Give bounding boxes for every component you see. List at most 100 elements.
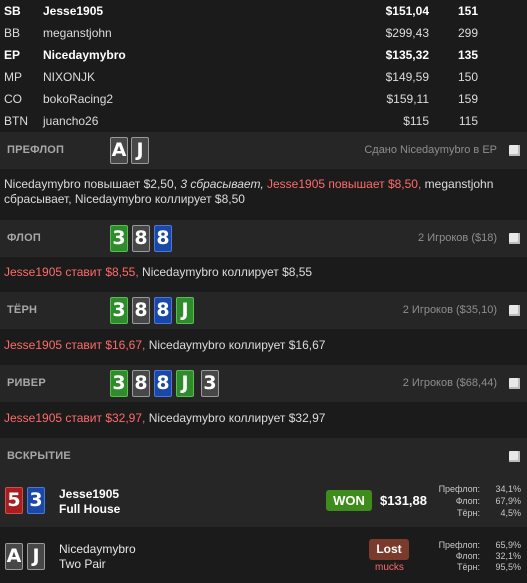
action-text: сбрасывает, Nicedaymybro коллирует $8,50	[4, 192, 245, 206]
board-card: J	[176, 370, 194, 397]
board-card: 3	[110, 225, 128, 252]
board-card: 8	[154, 297, 172, 324]
player-row-sb: SB Jesse1905 $151,04 151	[0, 0, 527, 22]
board-card: 3	[201, 370, 219, 397]
won-badge: WON	[326, 490, 372, 511]
player-bb: 135	[457, 48, 478, 62]
equity-value: 67,9%	[495, 496, 521, 506]
won-amount: $131,88	[380, 493, 427, 508]
player-row-btn: BTN juancho26 $115 115	[0, 110, 527, 132]
winner-card: 5	[5, 487, 23, 514]
equity-label: Флоп:	[455, 496, 480, 506]
player-name[interactable]: Nicedaymybro	[43, 44, 126, 66]
action-text: 3 сбрасывает,	[180, 177, 264, 191]
winner-name[interactable]: Jesse1905	[59, 487, 119, 501]
action-text: Nicedaymybro коллирует $32,97	[148, 411, 326, 425]
position-label: MP	[4, 70, 22, 84]
player-bb: 159	[457, 92, 478, 106]
player-row-co: CO bokoRacing2 $159,11 159	[0, 88, 527, 110]
street-info: 2 Игроков ($35,10)	[402, 304, 497, 316]
street-label: ПРЕФЛОП	[7, 144, 65, 156]
street-label: ВСКРЫТИЕ	[7, 450, 71, 462]
showdown-loser-row: A J Nicedaymybro Two Pair Lost mucks Пре…	[0, 531, 527, 583]
player-name[interactable]: NIXONJK	[43, 66, 95, 88]
position-label: SB	[4, 4, 21, 18]
player-name[interactable]: meganstjohn	[43, 22, 112, 44]
equity-value: 4,5%	[500, 508, 521, 518]
action-text-highlight: Jesse1905 ставит $16,67,	[4, 338, 146, 352]
showdown-header: ВСКРЫТИЕ	[0, 438, 527, 475]
street-checkbox[interactable]	[509, 378, 520, 389]
loser-card: J	[27, 543, 45, 570]
street-checkbox[interactable]	[509, 305, 520, 316]
action-text: Nicedaymybro коллирует $8,55	[142, 265, 313, 279]
equity-label: Флоп:	[455, 551, 480, 561]
action-text-highlight: Jesse1905 ставит $32,97,	[4, 411, 146, 425]
preflop-header: ПРЕФЛОП A J Сдано Nicedaymybro в EP	[0, 132, 527, 169]
flop-actions: Jesse1905 ставит $8,55, Nicedaymybro кол…	[4, 265, 524, 280]
street-info: 2 Игроков ($18)	[418, 232, 497, 244]
turn-header: ТЁРН 3 8 8 J 2 Игроков ($35,10)	[0, 292, 527, 329]
player-bb: 115	[458, 114, 478, 128]
showdown-winner-row: 5 3 Jesse1905 Full House WON $131,88 Пре…	[0, 475, 527, 527]
hole-card: A	[110, 137, 128, 164]
street-info: Сдано Nicedaymybro в EP	[364, 144, 497, 156]
position-label: CO	[4, 92, 22, 106]
equity-value: 32,1%	[495, 551, 521, 561]
board-card: 8	[132, 370, 150, 397]
player-name[interactable]: juancho26	[43, 110, 98, 132]
hole-card: J	[131, 137, 149, 164]
equity-label: Префлоп:	[438, 484, 480, 494]
street-checkbox[interactable]	[509, 233, 520, 244]
loser-hand: Two Pair	[59, 557, 106, 571]
river-header: РИВЕР 3 8 8 J 3 2 Игроков ($68,44)	[0, 365, 527, 402]
player-stack: $115	[403, 114, 429, 128]
board-card: 3	[110, 297, 128, 324]
player-stack: $159,11	[386, 92, 430, 106]
board-card: 8	[132, 225, 150, 252]
street-label: ТЁРН	[7, 304, 38, 316]
player-name[interactable]: Jesse1905	[43, 0, 103, 22]
action-text: meganstjohn	[424, 177, 494, 191]
street-label: РИВЕР	[7, 377, 46, 389]
board-card: 3	[110, 370, 128, 397]
street-label: ФЛОП	[7, 232, 41, 244]
player-stack: $135,32	[385, 48, 429, 62]
winner-hand: Full House	[59, 502, 121, 516]
equity-label: Префлоп:	[438, 540, 480, 550]
turn-actions: Jesse1905 ставит $16,67, Nicedaymybro ко…	[4, 338, 524, 353]
player-name[interactable]: bokoRacing2	[43, 88, 113, 110]
player-row-mp: MP NIXONJK $149,59 150	[0, 66, 527, 88]
equity-value: 65,9%	[495, 540, 521, 550]
equity-value: 95,5%	[495, 562, 521, 572]
action-text: Nicedaymybro коллирует $16,67	[148, 338, 326, 352]
board-card: 8	[132, 297, 150, 324]
player-bb: 299	[457, 26, 478, 40]
street-info: 2 Игроков ($68,44)	[402, 377, 497, 389]
river-actions: Jesse1905 ставит $32,97, Nicedaymybro ко…	[4, 411, 524, 426]
action-text-highlight: Jesse1905 повышает $8,50,	[267, 177, 422, 191]
position-label: EP	[4, 48, 21, 62]
position-label: BTN	[4, 114, 28, 128]
action-text-highlight: Jesse1905 ставит $8,55,	[4, 265, 139, 279]
player-row-bb: BB meganstjohn $299,43 299	[0, 22, 527, 44]
lost-badge: Lost	[369, 539, 409, 560]
street-checkbox[interactable]	[509, 451, 520, 462]
winner-card: 3	[27, 487, 45, 514]
equity-label: Тёрн:	[457, 508, 480, 518]
player-bb: 150	[457, 70, 478, 84]
player-bb: 151	[457, 4, 478, 18]
board-card: J	[176, 297, 194, 324]
street-checkbox[interactable]	[509, 145, 520, 156]
player-stack: $149,59	[385, 70, 429, 84]
player-stack: $151,04	[385, 4, 429, 18]
player-stack: $299,43	[385, 26, 429, 40]
board-card: 8	[154, 225, 172, 252]
position-label: BB	[4, 26, 21, 40]
loser-name[interactable]: Nicedaymybro	[59, 542, 136, 556]
action-text: Nicedaymybro повышает $2,50,	[4, 177, 177, 191]
mucks-status: mucks	[375, 562, 404, 573]
equity-label: Тёрн:	[457, 562, 480, 572]
flop-header: ФЛОП 3 8 8 2 Игроков ($18)	[0, 220, 527, 257]
preflop-actions: Nicedaymybro повышает $2,50, 3 сбрасывае…	[4, 177, 524, 207]
